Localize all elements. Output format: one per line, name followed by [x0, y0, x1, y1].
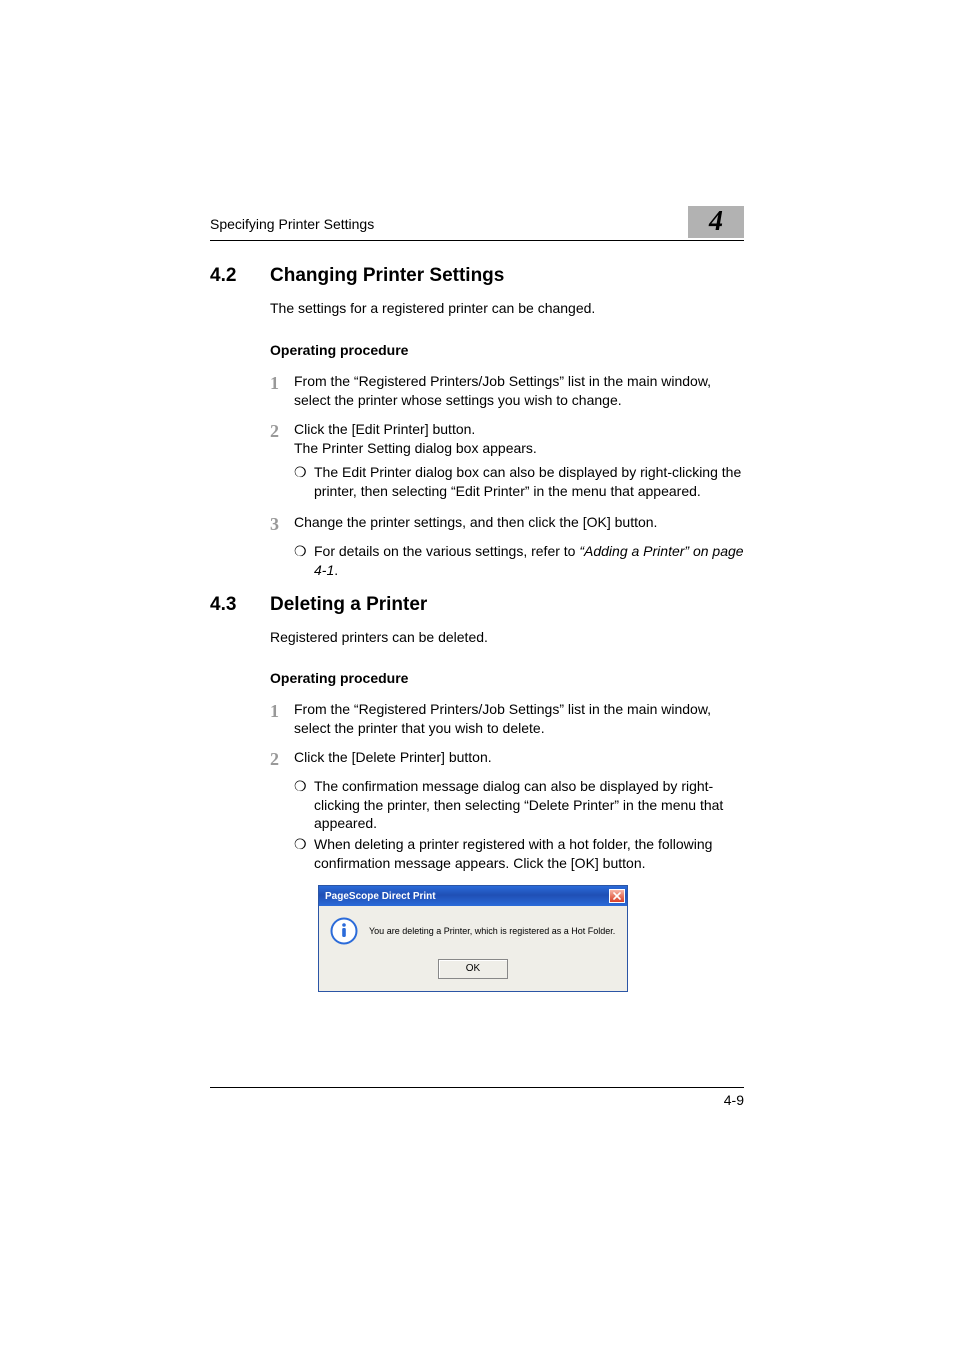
- section-number-4-2: 4.2: [210, 265, 270, 287]
- bullet-icon: ❍: [294, 542, 314, 580]
- step-text: From the “Registered Printers/Job Settin…: [294, 700, 744, 738]
- dialog-title-text: PageScope Direct Print: [325, 891, 609, 902]
- section-title-4-2: Changing Printer Settings: [270, 265, 504, 287]
- step-text-line1: Click the [Edit Printer] button.: [294, 421, 475, 437]
- operating-procedure-heading: Operating procedure: [270, 670, 744, 686]
- dialog-message: You are deleting a Printer, which is reg…: [369, 926, 615, 937]
- header-rule: [210, 240, 744, 241]
- bullet-icon: ❍: [294, 463, 314, 501]
- section-title-4-3: Deleting a Printer: [270, 594, 427, 616]
- sub-bullet: ❍ When deleting a printer registered wit…: [294, 835, 744, 873]
- bullet-text: When deleting a printer registered with …: [314, 835, 744, 873]
- bullet-icon: ❍: [294, 835, 314, 873]
- step-number: 1: [270, 372, 294, 410]
- bullet-prefix: For details on the various settings, ref…: [314, 543, 579, 559]
- sub-bullet: ❍ The confirmation message dialog can al…: [294, 777, 744, 834]
- sub-bullet: ❍ The Edit Printer dialog box can also b…: [294, 463, 744, 501]
- bullet-text: For details on the various settings, ref…: [314, 542, 744, 580]
- step-text-line2: The Printer Setting dialog box appears.: [294, 439, 744, 458]
- close-icon: [613, 892, 621, 900]
- info-icon: [329, 916, 359, 946]
- bullet-icon: ❍: [294, 777, 314, 834]
- dialog-body: You are deleting a Printer, which is reg…: [319, 906, 627, 991]
- confirmation-dialog: PageScope Direct Print: [318, 885, 628, 992]
- step-text: Click the [Delete Printer] button.: [294, 748, 744, 771]
- operating-procedure-heading: Operating procedure: [270, 342, 744, 358]
- section-4-2-intro: The settings for a registered printer ca…: [270, 299, 744, 318]
- close-button[interactable]: [609, 889, 625, 903]
- footer-rule: [210, 1087, 744, 1088]
- step-text: Change the printer settings, and then cl…: [294, 513, 744, 536]
- step-number: 3: [270, 513, 294, 536]
- ok-button[interactable]: OK: [438, 959, 508, 979]
- step-text: Click the [Edit Printer] button. The Pri…: [294, 420, 744, 458]
- dialog-titlebar: PageScope Direct Print: [319, 886, 627, 906]
- running-header: Specifying Printer Settings: [210, 216, 374, 232]
- bullet-suffix: .: [334, 562, 338, 578]
- bullet-text: The Edit Printer dialog box can also be …: [314, 463, 744, 501]
- step-number: 2: [270, 420, 294, 458]
- page-number: 4-9: [724, 1092, 744, 1108]
- sub-bullet: ❍ For details on the various settings, r…: [294, 542, 744, 580]
- section-number-4-3: 4.3: [210, 594, 270, 616]
- step-number: 2: [270, 748, 294, 771]
- chapter-number: 4: [709, 206, 723, 238]
- step-text: From the “Registered Printers/Job Settin…: [294, 372, 744, 410]
- bullet-text: The confirmation message dialog can also…: [314, 777, 744, 834]
- step-number: 1: [270, 700, 294, 738]
- chapter-tab: 4: [688, 206, 744, 238]
- section-4-3-intro: Registered printers can be deleted.: [270, 628, 744, 647]
